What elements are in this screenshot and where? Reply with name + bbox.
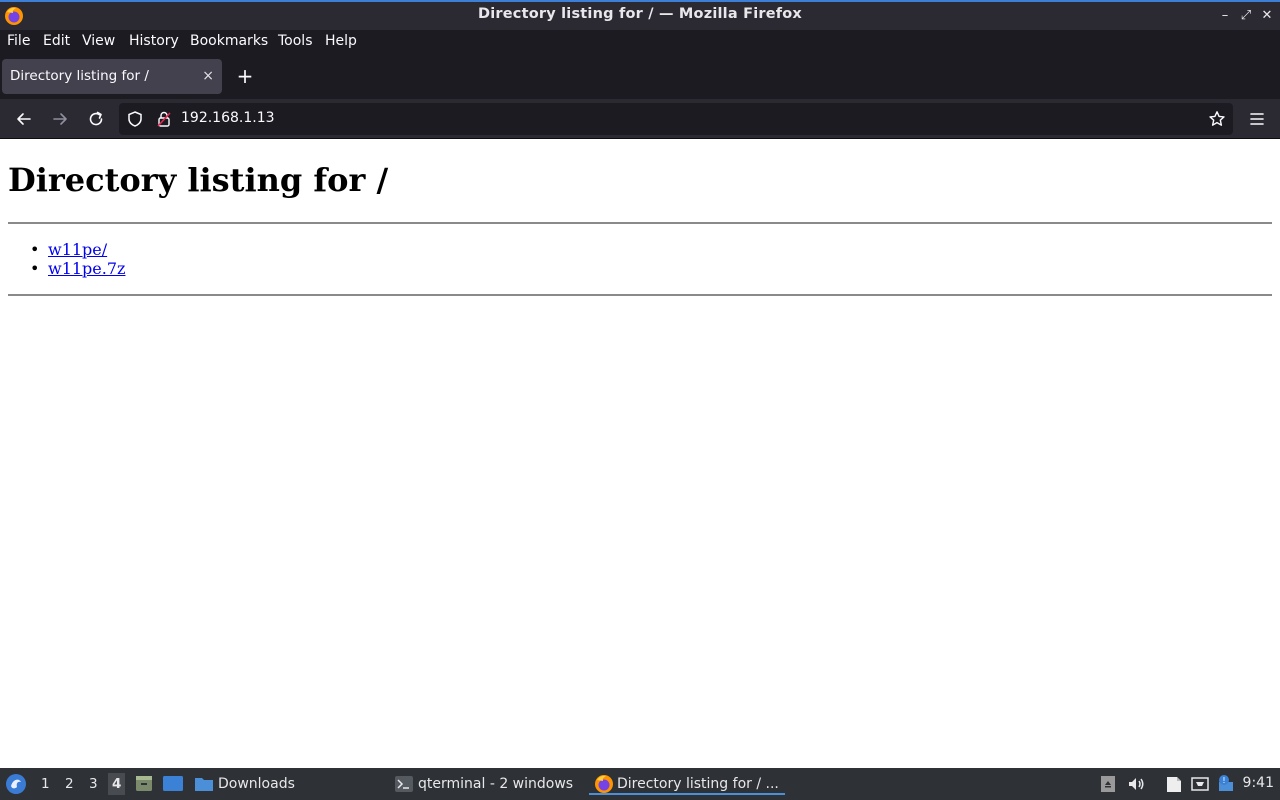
maximize-button[interactable]: ⤢: [1237, 7, 1255, 25]
page-content: Directory listing for / w11pe/ w11pe.7z: [0, 140, 1280, 768]
insecure-lock-icon[interactable]: [155, 110, 173, 128]
taskbar-item-label: Directory listing for / ...: [617, 776, 779, 792]
url-text[interactable]: 192.168.1.13: [181, 110, 275, 126]
menu-bookmarks[interactable]: Bookmarks: [190, 33, 268, 49]
menu-bar: File Edit View History Bookmarks Tools H…: [0, 30, 1280, 54]
show-desktop-icon[interactable]: [162, 773, 184, 793]
tab-directory-listing[interactable]: Directory listing for / ×: [2, 59, 222, 94]
terminal-icon: [395, 776, 413, 792]
clipboard-tray-icon[interactable]: [1098, 774, 1118, 794]
url-bar[interactable]: 192.168.1.13: [119, 103, 1233, 135]
divider-top: [8, 222, 1272, 224]
tracking-protection-shield-icon[interactable]: [126, 110, 144, 128]
divider-bottom: [8, 294, 1272, 296]
tab-title: Directory listing for /: [10, 68, 149, 84]
reload-icon[interactable]: [85, 108, 107, 130]
network-icon[interactable]: [1190, 774, 1210, 794]
new-tab-button[interactable]: +: [234, 65, 256, 87]
minimize-button[interactable]: –: [1216, 7, 1234, 25]
menu-file[interactable]: File: [7, 33, 30, 49]
taskbar-item-qterminal[interactable]: qterminal - 2 windows: [395, 773, 575, 795]
close-window-button[interactable]: ✕: [1258, 7, 1276, 25]
forward-arrow-icon[interactable]: [49, 108, 71, 130]
notes-tray-icon[interactable]: [1164, 774, 1184, 794]
workspace-3[interactable]: 3: [89, 776, 98, 792]
menu-history[interactable]: History: [129, 33, 179, 49]
taskbar-item-label: qterminal - 2 windows: [418, 776, 574, 792]
file-link-w11pe-dir[interactable]: w11pe/: [48, 240, 107, 259]
taskbar: 1 2 3 4 Downloads qterminal - 2 windows …: [0, 768, 1280, 800]
window-titlebar: Directory listing for / — Mozilla Firefo…: [0, 0, 1280, 30]
hamburger-menu-icon[interactable]: [1246, 108, 1268, 130]
menu-tools[interactable]: Tools: [278, 33, 313, 49]
menu-edit[interactable]: Edit: [43, 33, 70, 49]
folder-icon: [195, 778, 213, 791]
window-title: Directory listing for / — Mozilla Firefo…: [478, 6, 802, 22]
navigation-bar: 192.168.1.13: [0, 99, 1280, 139]
file-list: w11pe/ w11pe.7z: [28, 240, 125, 278]
menu-view[interactable]: View: [82, 33, 115, 49]
workspace-2[interactable]: 2: [65, 776, 74, 792]
updates-notification-icon[interactable]: !: [1216, 774, 1236, 794]
tab-strip: Directory listing for / × +: [0, 54, 1280, 99]
file-link-w11pe-7z[interactable]: w11pe.7z: [48, 259, 125, 278]
back-arrow-icon[interactable]: [13, 108, 35, 130]
list-item: w11pe/: [28, 240, 125, 259]
workspace-4[interactable]: 4: [108, 773, 126, 795]
page-heading: Directory listing for /: [8, 161, 389, 199]
list-item: w11pe.7z: [28, 259, 125, 278]
volume-icon[interactable]: [1126, 774, 1146, 794]
taskbar-item-downloads[interactable]: Downloads: [194, 773, 379, 795]
taskbar-item-label: Downloads: [218, 776, 295, 792]
tab-close-icon[interactable]: ×: [202, 68, 214, 84]
clock[interactable]: 9:41: [1243, 775, 1274, 791]
bookmark-star-icon[interactable]: [1208, 110, 1226, 128]
firefox-icon: [595, 775, 613, 793]
svg-text:!: !: [1222, 776, 1225, 785]
workspace-1[interactable]: 1: [41, 776, 50, 792]
taskbar-item-firefox[interactable]: Directory listing for / ...: [589, 773, 785, 795]
start-menu-icon[interactable]: [5, 773, 27, 795]
file-manager-launcher-icon[interactable]: [134, 773, 154, 793]
menu-help[interactable]: Help: [325, 33, 357, 49]
